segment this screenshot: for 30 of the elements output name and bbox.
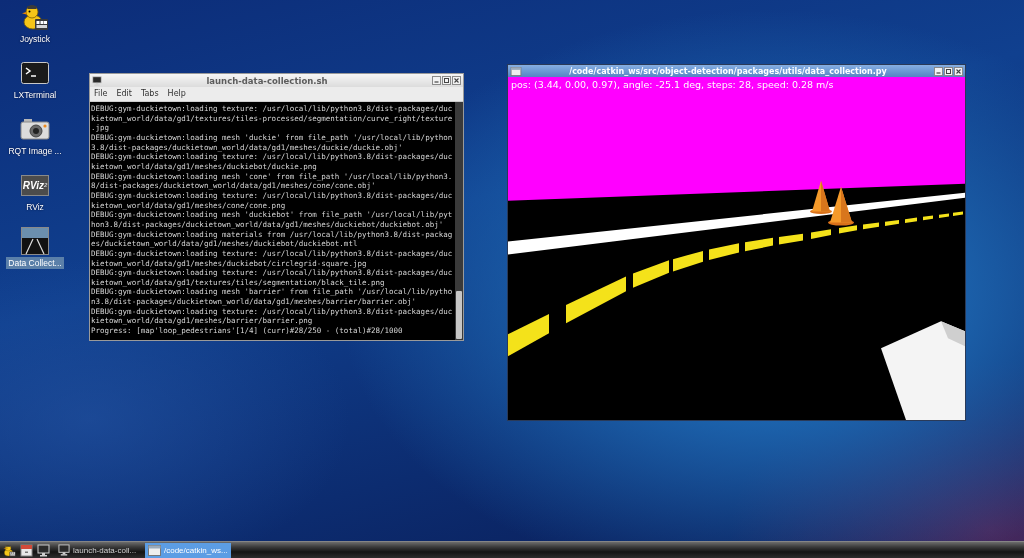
- icon-label[interactable]: LXTerminal: [11, 89, 59, 101]
- menu-item[interactable]: File: [94, 89, 108, 99]
- monitor-icon[interactable]: [58, 544, 70, 556]
- status-readout: pos: (3.44, 0.00, 0.97), angle: -25.1 deg, steps: 28, speed: 0.28 m/s: [511, 79, 834, 91]
- window-icon: [148, 544, 161, 556]
- icon-label[interactable]: RViz: [24, 201, 46, 213]
- maximize-icon[interactable]: [442, 76, 451, 85]
- close-icon[interactable]: [452, 76, 461, 85]
- duck-icon[interactable]: [3, 543, 16, 557]
- task-button[interactable]: launch-data-coll...: [55, 542, 141, 558]
- monitor-icon[interactable]: [37, 543, 50, 557]
- icon-label[interactable]: RQT Image ...: [6, 145, 64, 157]
- close-icon[interactable]: [954, 66, 963, 76]
- menu-item[interactable]: Tabs: [140, 89, 159, 99]
- duck-icon[interactable]: [21, 3, 49, 31]
- window-title: launch-data-collection.sh: [205, 75, 329, 86]
- icon-label[interactable]: Data Collect...: [6, 257, 64, 269]
- window-title: /code/catkin_ws/src/object-detection/packages/utils/data_collection.py: [568, 66, 888, 76]
- scrollbar-thumb[interactable]: [456, 291, 462, 339]
- terminal-icon[interactable]: [21, 62, 49, 84]
- drawer-icon[interactable]: [20, 543, 33, 557]
- menu-item[interactable]: Edit: [116, 89, 132, 99]
- menu-item[interactable]: Help: [167, 89, 186, 99]
- window-icon: [510, 66, 522, 76]
- icon-label[interactable]: Joystick: [17, 33, 53, 45]
- scrollbar-track[interactable]: [455, 102, 463, 340]
- camera-icon[interactable]: [20, 118, 50, 140]
- monitor-icon[interactable]: [92, 75, 102, 86]
- road-icon[interactable]: [21, 227, 49, 255]
- maximize-icon[interactable]: [944, 66, 953, 76]
